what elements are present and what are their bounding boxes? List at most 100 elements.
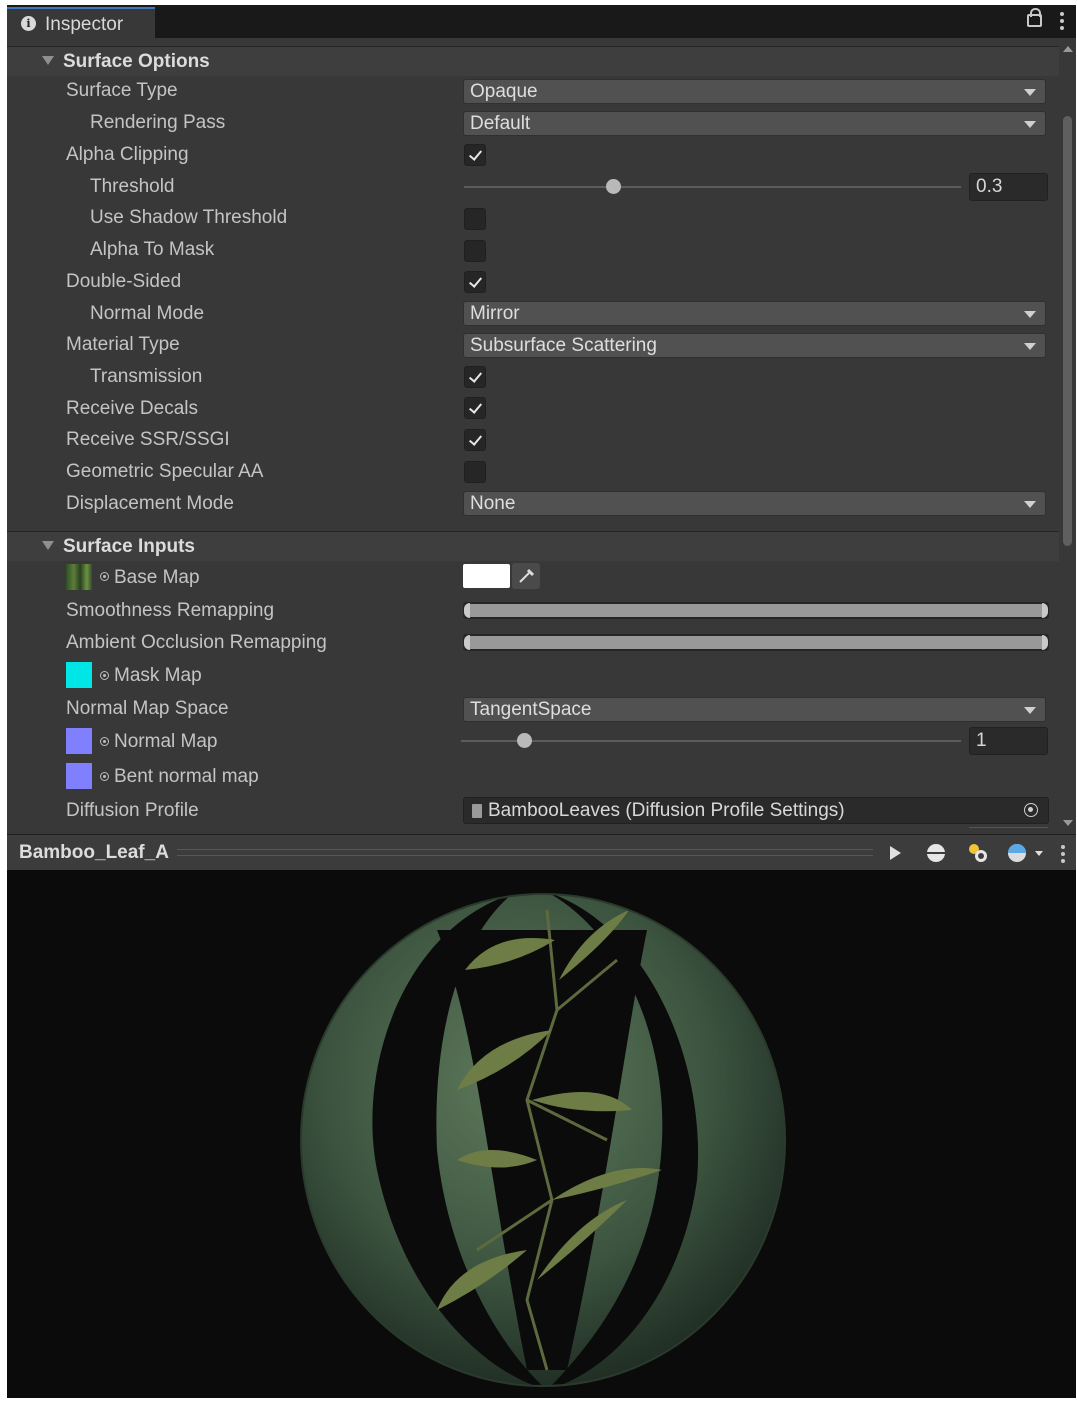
field-value: 0.3: [976, 176, 1003, 197]
normal-map-space-label: Normal Map Space: [66, 698, 229, 719]
alpha-to-mask-label: Alpha To Mask: [90, 239, 215, 260]
threshold-label: Threshold: [90, 176, 175, 197]
foldout-arrow-icon[interactable]: [42, 541, 54, 550]
more-menu-icon[interactable]: [1060, 12, 1064, 30]
diffusion-profile-label: Diffusion Profile: [66, 800, 199, 821]
alpha-to-mask-checkbox[interactable]: [464, 240, 486, 262]
dropdown-caret-icon: [1024, 707, 1036, 714]
vertical-scrollbar[interactable]: [1059, 38, 1076, 834]
receive-ssr-checkbox[interactable]: [464, 429, 486, 451]
dropdown-value: Mirror: [470, 303, 520, 324]
ao-minmax-slider[interactable]: [463, 634, 1049, 651]
mask-map-label: Mask Map: [114, 665, 202, 686]
receive-decals-checkbox[interactable]: [464, 397, 486, 419]
mask-map-texture-thumbnail[interactable]: [66, 662, 92, 688]
max-handle[interactable]: [1042, 635, 1048, 650]
dropdown-value: Default: [470, 113, 531, 134]
surface-inputs-header[interactable]: Surface Inputs: [7, 531, 1059, 561]
play-button[interactable]: [877, 839, 913, 867]
scroll-up-arrow-icon[interactable]: [1063, 46, 1073, 52]
dropdown-caret-icon: [1024, 121, 1036, 128]
smoothness-remapping-label: Smoothness Remapping: [66, 600, 275, 621]
normal-mode-label: Normal Mode: [90, 303, 205, 324]
dropdown-caret-icon: [1024, 343, 1036, 350]
transmission-checkbox[interactable]: [464, 366, 486, 388]
tab-inspector[interactable]: i Inspector: [7, 7, 155, 38]
preview-sphere-render: [300, 893, 786, 1387]
preview-toolbar: Bamboo_Leaf_A: [7, 834, 1076, 870]
bent-normal-map-label: Bent normal map: [114, 766, 259, 787]
field-value: 1: [976, 730, 987, 751]
base-color-field[interactable]: [463, 564, 510, 588]
material-preview-viewport[interactable]: [7, 870, 1076, 1398]
normal-scale-value-field[interactable]: 1: [969, 727, 1048, 755]
tab-label: Inspector: [45, 14, 124, 35]
normal-mode-dropdown[interactable]: Mirror: [463, 301, 1046, 326]
object-picker-icon[interactable]: [1024, 803, 1038, 817]
min-handle[interactable]: [464, 635, 470, 650]
dropdown-value: Subsurface Scattering: [470, 335, 657, 356]
transmission-label: Transmission: [90, 366, 203, 387]
preview-lighting-button[interactable]: [959, 839, 995, 867]
play-icon: [890, 846, 901, 860]
alpha-clipping-label: Alpha Clipping: [66, 144, 189, 165]
section-title: Surface Options: [63, 51, 210, 72]
min-handle[interactable]: [464, 603, 470, 618]
geometric-specular-aa-checkbox[interactable]: [464, 461, 486, 483]
object-picker-icon[interactable]: [100, 737, 109, 746]
dropdown-caret-icon: [1024, 89, 1036, 96]
displacement-mode-dropdown[interactable]: None: [463, 491, 1046, 516]
object-picker-icon[interactable]: [100, 772, 109, 781]
receive-decals-label: Receive Decals: [66, 398, 198, 419]
dropdown-value: Opaque: [470, 81, 538, 102]
normal-map-space-dropdown[interactable]: TangentSpace: [463, 697, 1046, 722]
dropdown-caret-icon: [1024, 501, 1036, 508]
preview-more-menu-icon[interactable]: [1061, 839, 1073, 867]
use-shadow-threshold-label: Use Shadow Threshold: [90, 207, 288, 228]
bent-normal-map-texture-thumbnail[interactable]: [66, 763, 92, 789]
double-sided-label: Double-Sided: [66, 271, 182, 292]
receive-ssr-label: Receive SSR/SSGI: [66, 429, 230, 450]
info-icon: i: [21, 16, 36, 31]
rendering-pass-dropdown[interactable]: Default: [463, 111, 1046, 136]
preview-mesh-button[interactable]: [918, 839, 954, 867]
alpha-clipping-checkbox[interactable]: [464, 144, 486, 166]
normal-scale-slider-track[interactable]: [461, 740, 961, 742]
preview-background-dropdown[interactable]: [1000, 839, 1046, 867]
dropdown-caret-icon: [1024, 311, 1036, 318]
threshold-slider-knob[interactable]: [606, 179, 622, 194]
tab-bar: i Inspector: [7, 5, 1076, 38]
max-handle[interactable]: [1042, 603, 1048, 618]
eyedropper-button[interactable]: [512, 563, 540, 589]
sphere-mesh-icon: [927, 844, 945, 862]
foldout-arrow-icon[interactable]: [42, 56, 54, 65]
normal-map-texture-thumbnail[interactable]: [66, 728, 92, 754]
base-map-texture-thumbnail[interactable]: [66, 564, 92, 590]
surface-type-label: Surface Type: [66, 80, 178, 101]
threshold-value-field[interactable]: 0.3: [969, 173, 1048, 201]
object-picker-icon[interactable]: [100, 671, 109, 680]
scroll-down-arrow-icon[interactable]: [1063, 820, 1073, 826]
lock-icon[interactable]: [1027, 8, 1042, 27]
scroll-thumb[interactable]: [1063, 116, 1072, 546]
field-value: BambooLeaves (Diffusion Profile Settings…: [488, 800, 845, 821]
displacement-mode-label: Displacement Mode: [66, 493, 234, 514]
material-type-label: Material Type: [66, 334, 180, 355]
diffusion-profile-object-field[interactable]: BambooLeaves (Diffusion Profile Settings…: [463, 797, 1049, 824]
material-type-dropdown[interactable]: Subsurface Scattering: [463, 333, 1046, 358]
minmax-fill: [467, 604, 1045, 617]
eyedropper-icon: [519, 568, 535, 583]
object-picker-icon[interactable]: [100, 572, 109, 581]
surface-type-dropdown[interactable]: Opaque: [463, 79, 1046, 104]
surface-options-header[interactable]: Surface Options: [7, 46, 1059, 76]
use-shadow-threshold-checkbox[interactable]: [464, 208, 486, 230]
double-sided-checkbox[interactable]: [464, 271, 486, 293]
normal-scale-slider-knob[interactable]: [516, 733, 532, 748]
smoothness-minmax-slider[interactable]: [463, 602, 1049, 619]
minmax-fill: [467, 636, 1045, 649]
preview-title: Bamboo_Leaf_A: [19, 842, 169, 863]
dropdown-value: None: [470, 493, 516, 514]
threshold-slider-track[interactable]: [464, 186, 961, 188]
base-map-label: Base Map: [114, 567, 200, 588]
preview-resize-grip[interactable]: [177, 849, 873, 856]
